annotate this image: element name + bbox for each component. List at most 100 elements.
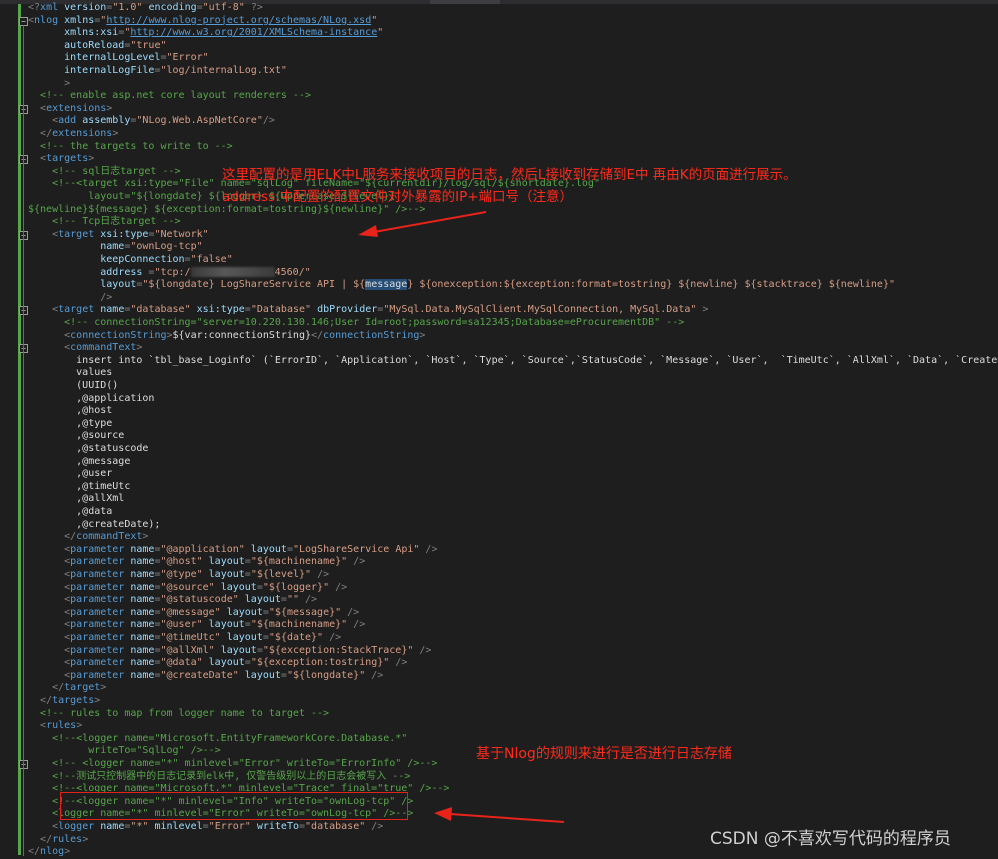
- code-token: 4560/": [274, 266, 311, 278]
- code-line: ,@createDate);: [28, 519, 160, 532]
- code-token: >: [100, 682, 107, 694]
- code-token: "@timeUtc": [160, 632, 221, 643]
- code-token: ,@statuscode: [28, 443, 149, 454]
- code-line: <commandText>: [28, 342, 142, 355]
- code-token: name: [100, 241, 125, 253]
- code-token: layout: [202, 619, 245, 631]
- code-line: xmlns:xsi="http://www.w3.org/2001/XMLSch…: [28, 27, 383, 40]
- code-token: "@data": [160, 657, 203, 669]
- arrow-to-network-target: [358, 211, 487, 237]
- code-token: parameter: [70, 569, 125, 580]
- redacted-ip-blur: [190, 266, 275, 277]
- code-line: </nlog>: [28, 846, 70, 859]
- code-token: ,@message: [28, 455, 131, 467]
- code-token: parameter: [70, 606, 125, 618]
- code-line: <parameter name="@application" layout="L…: [28, 544, 437, 557]
- code-token: insert into `tbl_base_Loginfo` (`ErrorID…: [28, 354, 998, 366]
- code-token: commandText: [76, 531, 143, 543]
- code-line: <!-- sql日志target -->: [28, 166, 180, 179]
- code-token: >: [419, 329, 426, 341]
- code-token: "@source": [160, 581, 215, 593]
- code-token: layout: [214, 644, 257, 656]
- code-token: />: [413, 644, 432, 656]
- code-token: name: [124, 606, 155, 618]
- code-line: name="ownLog-tcp": [28, 241, 202, 254]
- code-token: name: [124, 543, 155, 555]
- code-line: <parameter name="@host" layout="${machin…: [28, 556, 365, 569]
- code-token: name: [124, 594, 155, 606]
- code-token: layout: [214, 581, 257, 593]
- editor-gutter: [0, 4, 18, 855]
- code-token: writeTo: [250, 821, 299, 832]
- code-token: targets: [52, 695, 95, 706]
- code-line: </rules>: [28, 834, 88, 847]
- code-token: layout: [100, 279, 137, 291]
- code-token: layout: [220, 606, 263, 618]
- code-line: ,@statuscode: [28, 443, 148, 456]
- code-line: <?xml version="1.0" encoding="utf-8" ?>: [28, 2, 263, 15]
- code-token: ,@createDate);: [28, 518, 161, 530]
- code-token: />: [262, 115, 275, 127]
- code-token: "${message}": [268, 606, 342, 618]
- code-token: >: [142, 531, 149, 543]
- code-token: >: [136, 342, 143, 354]
- code-token: commandText: [70, 342, 137, 354]
- code-line: </target>: [28, 682, 106, 695]
- editor-tab[interactable]: [430, 0, 500, 4]
- code-token: layout: [238, 594, 281, 606]
- code-token: targets: [46, 153, 89, 165]
- code-token: keepConnection: [100, 254, 185, 265]
- code-token: </: [40, 833, 53, 845]
- code-token: parameter: [70, 556, 125, 568]
- code-token: xmlns:xsi: [64, 27, 119, 39]
- code-token: ,@application: [28, 392, 155, 404]
- code-token: <?: [28, 2, 41, 13]
- code-line: insert into `tbl_base_Loginfo` (`ErrorID…: [28, 355, 998, 368]
- code-line: values: [28, 367, 112, 380]
- code-token: parameter: [70, 669, 125, 681]
- code-token: dbProvider: [311, 304, 378, 316]
- code-line: <parameter name="@source" layout="${logg…: [28, 582, 347, 595]
- code-line: writeTo="SqlLog" />-->: [28, 745, 221, 758]
- code-token: connectionString: [70, 329, 167, 341]
- code-line: layout="${longdate} LogShareService API …: [28, 279, 895, 292]
- code-token: writeTo="SqlLog" />-->: [88, 745, 221, 757]
- code-token: "${date}": [268, 632, 324, 643]
- code-line: <!-- rules to map from logger name to ta…: [28, 708, 329, 721]
- code-token: rules: [46, 720, 77, 732]
- code-token: =: [142, 266, 155, 278]
- code-token: name: [124, 619, 155, 631]
- code-token: </: [40, 128, 53, 139]
- code-token: "@allXml": [160, 644, 215, 656]
- code-line: ,@type: [28, 418, 112, 431]
- code-token: <!-- enable asp.net core layout renderer…: [40, 90, 311, 102]
- code-token: parameter: [70, 644, 125, 656]
- code-token: <!-- rules to map from logger name to ta…: [40, 707, 330, 719]
- code-token: >: [82, 833, 89, 845]
- code-line: <logger name="*" minlevel="Error" writeT…: [28, 821, 383, 834]
- code-token: "database": [305, 821, 366, 832]
- code-token: parameter: [70, 581, 125, 593]
- code-line: </extensions>: [28, 128, 118, 141]
- code-line: internalLogLevel="Error": [28, 52, 209, 65]
